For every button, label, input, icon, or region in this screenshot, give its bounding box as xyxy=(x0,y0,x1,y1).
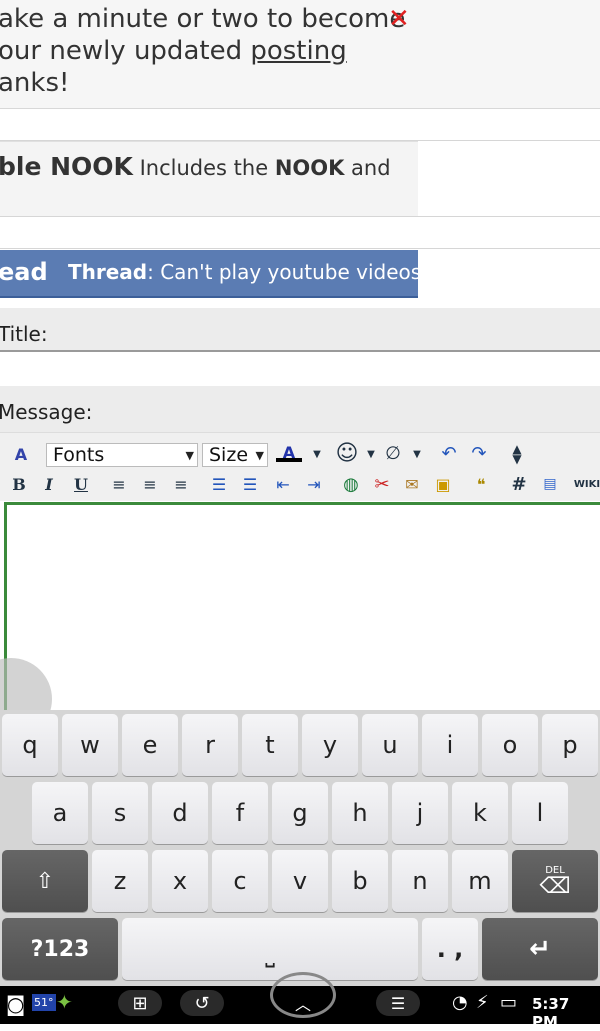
redo-icon[interactable]: ↷ xyxy=(466,440,492,466)
notice-line-1: ake a minute or two to become xyxy=(0,4,406,34)
smiley-icon[interactable]: ☺ xyxy=(334,440,360,466)
bold-button[interactable]: B xyxy=(6,471,32,497)
system-status-bar: ◙ 51° ✦ ⊞ ↺ ︿ ☰ ◔ ⚡ ▭ 5:37 PM xyxy=(0,972,600,1031)
unordered-list-icon[interactable]: ☰ xyxy=(237,471,263,497)
divider xyxy=(0,216,600,217)
key-b[interactable]: b xyxy=(332,850,388,912)
italic-button[interactable]: I xyxy=(36,471,62,497)
nook-banner: ble NOOK Includes the NOOK and xyxy=(0,141,418,216)
back-icon[interactable]: ↺ xyxy=(180,990,224,1016)
space-key[interactable]: ⎵ xyxy=(122,918,418,980)
key-e[interactable]: e xyxy=(122,714,178,776)
php-icon[interactable]: ▤ xyxy=(537,471,563,497)
key-v[interactable]: v xyxy=(272,850,328,912)
undo-icon[interactable]: ↶ xyxy=(436,440,462,466)
notice-line-3: anks! xyxy=(0,68,70,98)
remove-format-icon[interactable]: A xyxy=(8,441,34,467)
notice-banner: ake a minute or two to become our newly … xyxy=(0,0,600,109)
menu-icon[interactable]: ☰ xyxy=(376,990,420,1016)
key-k[interactable]: k xyxy=(452,782,508,844)
indent-icon[interactable]: ⇥ xyxy=(301,471,327,497)
thread-header: ead Thread: Can't play youtube videos xyxy=(0,250,422,298)
weather-badge: 51° xyxy=(32,994,56,1011)
wiki-button[interactable]: WIKI xyxy=(574,471,600,497)
key-d[interactable]: d xyxy=(152,782,208,844)
size-select[interactable]: Size ▼ xyxy=(202,443,268,467)
key-j[interactable]: j xyxy=(392,782,448,844)
backspace-icon: ⌫ xyxy=(539,873,571,899)
chevron-down-icon[interactable]: ▼ xyxy=(404,441,430,467)
space-icon: ⎵ xyxy=(265,940,275,968)
link-icon[interactable]: ◍ xyxy=(338,471,364,497)
close-icon[interactable]: ✕ xyxy=(388,4,410,34)
battery-icon: ▭ xyxy=(500,992,518,1013)
attachment-icon[interactable]: ∅ xyxy=(380,440,406,466)
camera-icon: ◙ xyxy=(6,992,26,1016)
key-h[interactable]: h xyxy=(332,782,388,844)
key-u[interactable]: u xyxy=(362,714,418,776)
title-label: Title: xyxy=(0,322,48,346)
key-w[interactable]: w xyxy=(62,714,118,776)
text-color-icon[interactable]: A xyxy=(276,439,302,465)
key-r[interactable]: r xyxy=(182,714,238,776)
message-editor[interactable] xyxy=(4,502,600,715)
hash-button[interactable]: # xyxy=(506,471,532,497)
key-l[interactable]: l xyxy=(512,782,568,844)
message-label: Message: xyxy=(0,400,93,424)
shift-icon: ⇧ xyxy=(35,868,55,894)
outdent-icon[interactable]: ⇤ xyxy=(270,471,296,497)
title-label-band: Title: xyxy=(0,308,600,352)
thread-title: Thread: Can't play youtube videos xyxy=(68,260,422,284)
clock: 5:37 PM xyxy=(532,995,570,1031)
android-icon: ✦ xyxy=(56,990,73,1014)
email-icon[interactable]: ✉ xyxy=(399,471,425,497)
key-o[interactable]: o xyxy=(482,714,538,776)
font-select[interactable]: Fonts ▼ xyxy=(46,443,198,467)
key-n[interactable]: n xyxy=(392,850,448,912)
numbers-key[interactable]: ?123 xyxy=(2,918,118,980)
key-i[interactable]: i xyxy=(422,714,478,776)
punctuation-key[interactable]: . , xyxy=(422,918,478,980)
resize-icon[interactable]: ▲ ▼ xyxy=(504,441,530,467)
editor-toolbar: A Fonts ▼ Size ▼ A ▼ ☺ ▼ ∅ ▼ ↶ ↷ ▲ ▼ B I U … xyxy=(0,432,600,501)
shift-key[interactable]: ⇧ xyxy=(2,850,88,912)
nook-text: ble NOOK Includes the NOOK and xyxy=(0,152,391,181)
align-center-icon[interactable]: ≡ xyxy=(137,471,163,497)
key-t[interactable]: t xyxy=(242,714,298,776)
reply-heading: ead xyxy=(0,258,48,286)
align-right-icon[interactable]: ≡ xyxy=(168,471,194,497)
key-f[interactable]: f xyxy=(212,782,268,844)
key-q[interactable]: q xyxy=(2,714,58,776)
book-icon[interactable]: ⊞ xyxy=(118,990,162,1016)
title-input[interactable] xyxy=(0,352,600,386)
key-c[interactable]: c xyxy=(212,850,268,912)
enter-icon: ↵ xyxy=(529,934,551,964)
notice-line-2: our newly updated posting xyxy=(0,36,347,66)
unlink-icon[interactable]: ✂ xyxy=(369,471,395,497)
chevron-down-icon[interactable]: ▼ xyxy=(304,441,330,467)
key-m[interactable]: m xyxy=(452,850,508,912)
enter-key[interactable]: ↵ xyxy=(482,918,598,980)
key-s[interactable]: s xyxy=(92,782,148,844)
wifi-icon: ◔ xyxy=(452,992,468,1013)
key-a[interactable]: a xyxy=(32,782,88,844)
image-icon[interactable]: ▣ xyxy=(430,471,456,497)
home-up-icon[interactable]: ︿ xyxy=(270,972,336,1018)
key-g[interactable]: g xyxy=(272,782,328,844)
delete-key[interactable]: DEL ⌫ xyxy=(512,850,598,912)
key-p[interactable]: p xyxy=(542,714,598,776)
underline-button[interactable]: U xyxy=(68,471,94,497)
ordered-list-icon[interactable]: ☰ xyxy=(206,471,232,497)
sync-icon: ⚡ xyxy=(476,992,489,1013)
message-label-band: Message: xyxy=(0,386,600,432)
align-left-icon[interactable]: ≡ xyxy=(106,471,132,497)
key-z[interactable]: z xyxy=(92,850,148,912)
quote-icon[interactable]: ❝ xyxy=(468,471,494,497)
posting-link[interactable]: posting xyxy=(250,36,346,66)
divider xyxy=(0,248,600,249)
onscreen-keyboard: q w e r t y u i o p a s d f g h j k l ⇧ … xyxy=(0,710,600,986)
key-y[interactable]: y xyxy=(302,714,358,776)
key-x[interactable]: x xyxy=(152,850,208,912)
